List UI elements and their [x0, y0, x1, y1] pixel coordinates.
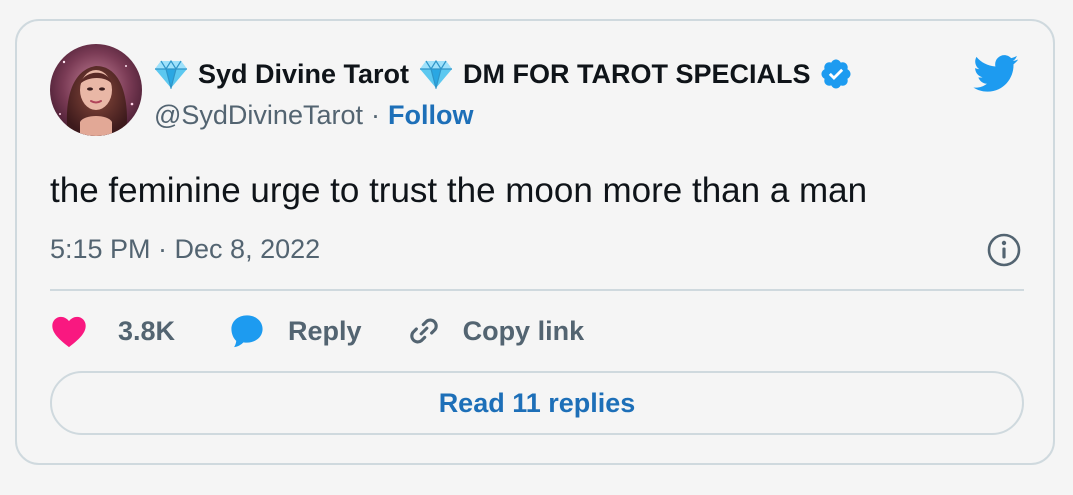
author-handle-row: @SydDivineTarot · Follow — [154, 97, 473, 133]
link-icon — [407, 314, 441, 348]
read-replies-button[interactable]: Read 11 replies — [50, 371, 1024, 435]
separator-dot: · — [371, 99, 380, 130]
follow-button[interactable]: Follow — [388, 100, 473, 131]
reply-label: Reply — [288, 315, 362, 346]
tweet-timestamp[interactable]: 5:15 PM · Dec 8, 2022 — [50, 232, 320, 266]
copy-link-button[interactable]: Copy link — [407, 314, 585, 348]
author-name-suffix[interactable]: DM FOR TAROT SPECIALS — [463, 59, 811, 90]
author-name[interactable]: Syd Divine Tarot — [198, 59, 409, 90]
like-count: 3.8K — [118, 315, 176, 346]
heart-icon — [50, 314, 88, 348]
tweet-card: Syd Divine Tarot DM FOR TAROT SPECIALS @… — [15, 19, 1055, 465]
speech-bubble-icon — [230, 313, 264, 349]
reply-button[interactable]: Reply — [230, 313, 362, 349]
tweet-actions: 3.8K Reply Copy link — [50, 311, 584, 351]
twitter-bird-icon[interactable] — [973, 55, 1019, 93]
avatar[interactable] — [50, 44, 142, 136]
like-button[interactable]: 3.8K — [50, 314, 175, 348]
author-name-row[interactable]: Syd Divine Tarot DM FOR TAROT SPECIALS — [154, 56, 853, 92]
verified-badge-icon — [819, 57, 853, 91]
gem-icon — [419, 59, 453, 89]
author-handle[interactable]: @SydDivineTarot — [154, 100, 363, 131]
divider — [50, 289, 1024, 291]
info-icon[interactable] — [986, 232, 1022, 268]
gem-icon — [154, 59, 188, 89]
copy-link-label: Copy link — [462, 315, 585, 346]
read-replies-label: Read 11 replies — [438, 387, 636, 418]
tweet-text: the feminine urge to trust the moon more… — [50, 171, 868, 210]
